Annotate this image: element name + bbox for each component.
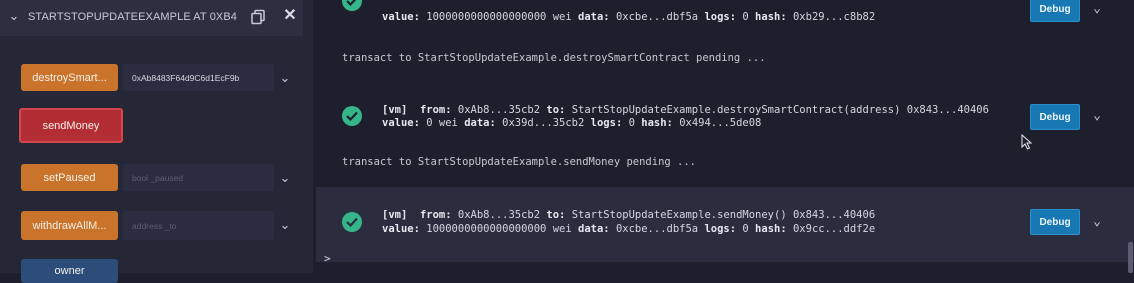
chevron-down-icon[interactable]: ⌄ bbox=[7, 9, 21, 23]
destroy-smart-contract-input[interactable]: 0xAb8483F64d9C6d1EcF9b bbox=[123, 64, 274, 91]
tx-details-line: value: 1000000000000000000 wei data: 0xc… bbox=[382, 11, 876, 23]
chevron-down-icon[interactable]: ⌄ bbox=[1090, 109, 1104, 123]
set-paused-button[interactable]: setPaused bbox=[21, 164, 118, 191]
chevron-down-icon[interactable]: ⌄ bbox=[278, 218, 292, 232]
set-paused-input[interactable]: bool _paused bbox=[123, 164, 274, 191]
terminal-output: value: 1000000000000000000 wei data: 0xc… bbox=[316, 0, 1134, 273]
contract-title: STARTSTOPUPDATEEXAMPLE AT 0XB4 bbox=[28, 11, 238, 23]
scrollbar[interactable] bbox=[1128, 242, 1133, 273]
success-check-icon bbox=[342, 0, 362, 11]
deployed-contract-panel: ⌄ STARTSTOPUPDATEEXAMPLE AT 0XB4 ✕ destr… bbox=[0, 0, 313, 283]
pending-message: transact to StartStopUpdateExample.sendM… bbox=[342, 156, 697, 168]
send-money-button[interactable]: sendMoney bbox=[19, 108, 123, 143]
tx-summary-line: [vm] from: 0xAb8...35cb2 to: StartStopUp… bbox=[382, 104, 989, 116]
debug-button[interactable]: Debug bbox=[1030, 0, 1080, 22]
transaction-log-entry[interactable]: [vm] from: 0xAb8...35cb2 to: StartStopUp… bbox=[316, 94, 1134, 140]
copy-icon[interactable] bbox=[250, 9, 266, 25]
chevron-down-icon[interactable]: ⌄ bbox=[1090, 215, 1104, 229]
close-icon[interactable]: ✕ bbox=[282, 7, 298, 25]
debug-button[interactable]: Debug bbox=[1030, 104, 1080, 130]
owner-button[interactable]: owner bbox=[21, 259, 118, 283]
success-check-icon bbox=[342, 106, 362, 126]
destroy-smart-contract-button[interactable]: destroySmart... bbox=[21, 64, 118, 91]
tx-details-line: value: 1000000000000000000 wei data: 0xc… bbox=[382, 223, 876, 235]
mouse-pointer-icon bbox=[1021, 134, 1033, 150]
chevron-down-icon[interactable]: ⌄ bbox=[278, 71, 292, 85]
pending-message: transact to StartStopUpdateExample.destr… bbox=[342, 52, 766, 64]
transaction-log-entry[interactable]: [vm] from: 0xAb8...35cb2 to: StartStopUp… bbox=[316, 187, 1134, 262]
tx-details-line: value: 0 wei data: 0x39d...35cb2 logs: 0… bbox=[382, 117, 762, 129]
withdraw-all-money-button[interactable]: withdrawAllM... bbox=[21, 211, 118, 240]
chevron-down-icon[interactable]: ⌄ bbox=[278, 171, 292, 185]
terminal-prompt[interactable]: > bbox=[324, 252, 334, 265]
success-check-icon bbox=[342, 212, 362, 232]
withdraw-all-money-input[interactable]: address _to bbox=[123, 211, 274, 240]
debug-button[interactable]: Debug bbox=[1030, 209, 1080, 235]
contract-header[interactable]: ⌄ STARTSTOPUPDATEEXAMPLE AT 0XB4 ✕ bbox=[0, 0, 303, 36]
transaction-log-entry[interactable]: value: 1000000000000000000 wei data: 0xc… bbox=[316, 0, 1134, 32]
tx-summary-line: [vm] from: 0xAb8...35cb2 to: StartStopUp… bbox=[382, 209, 876, 221]
chevron-down-icon[interactable]: ⌄ bbox=[1090, 2, 1104, 16]
